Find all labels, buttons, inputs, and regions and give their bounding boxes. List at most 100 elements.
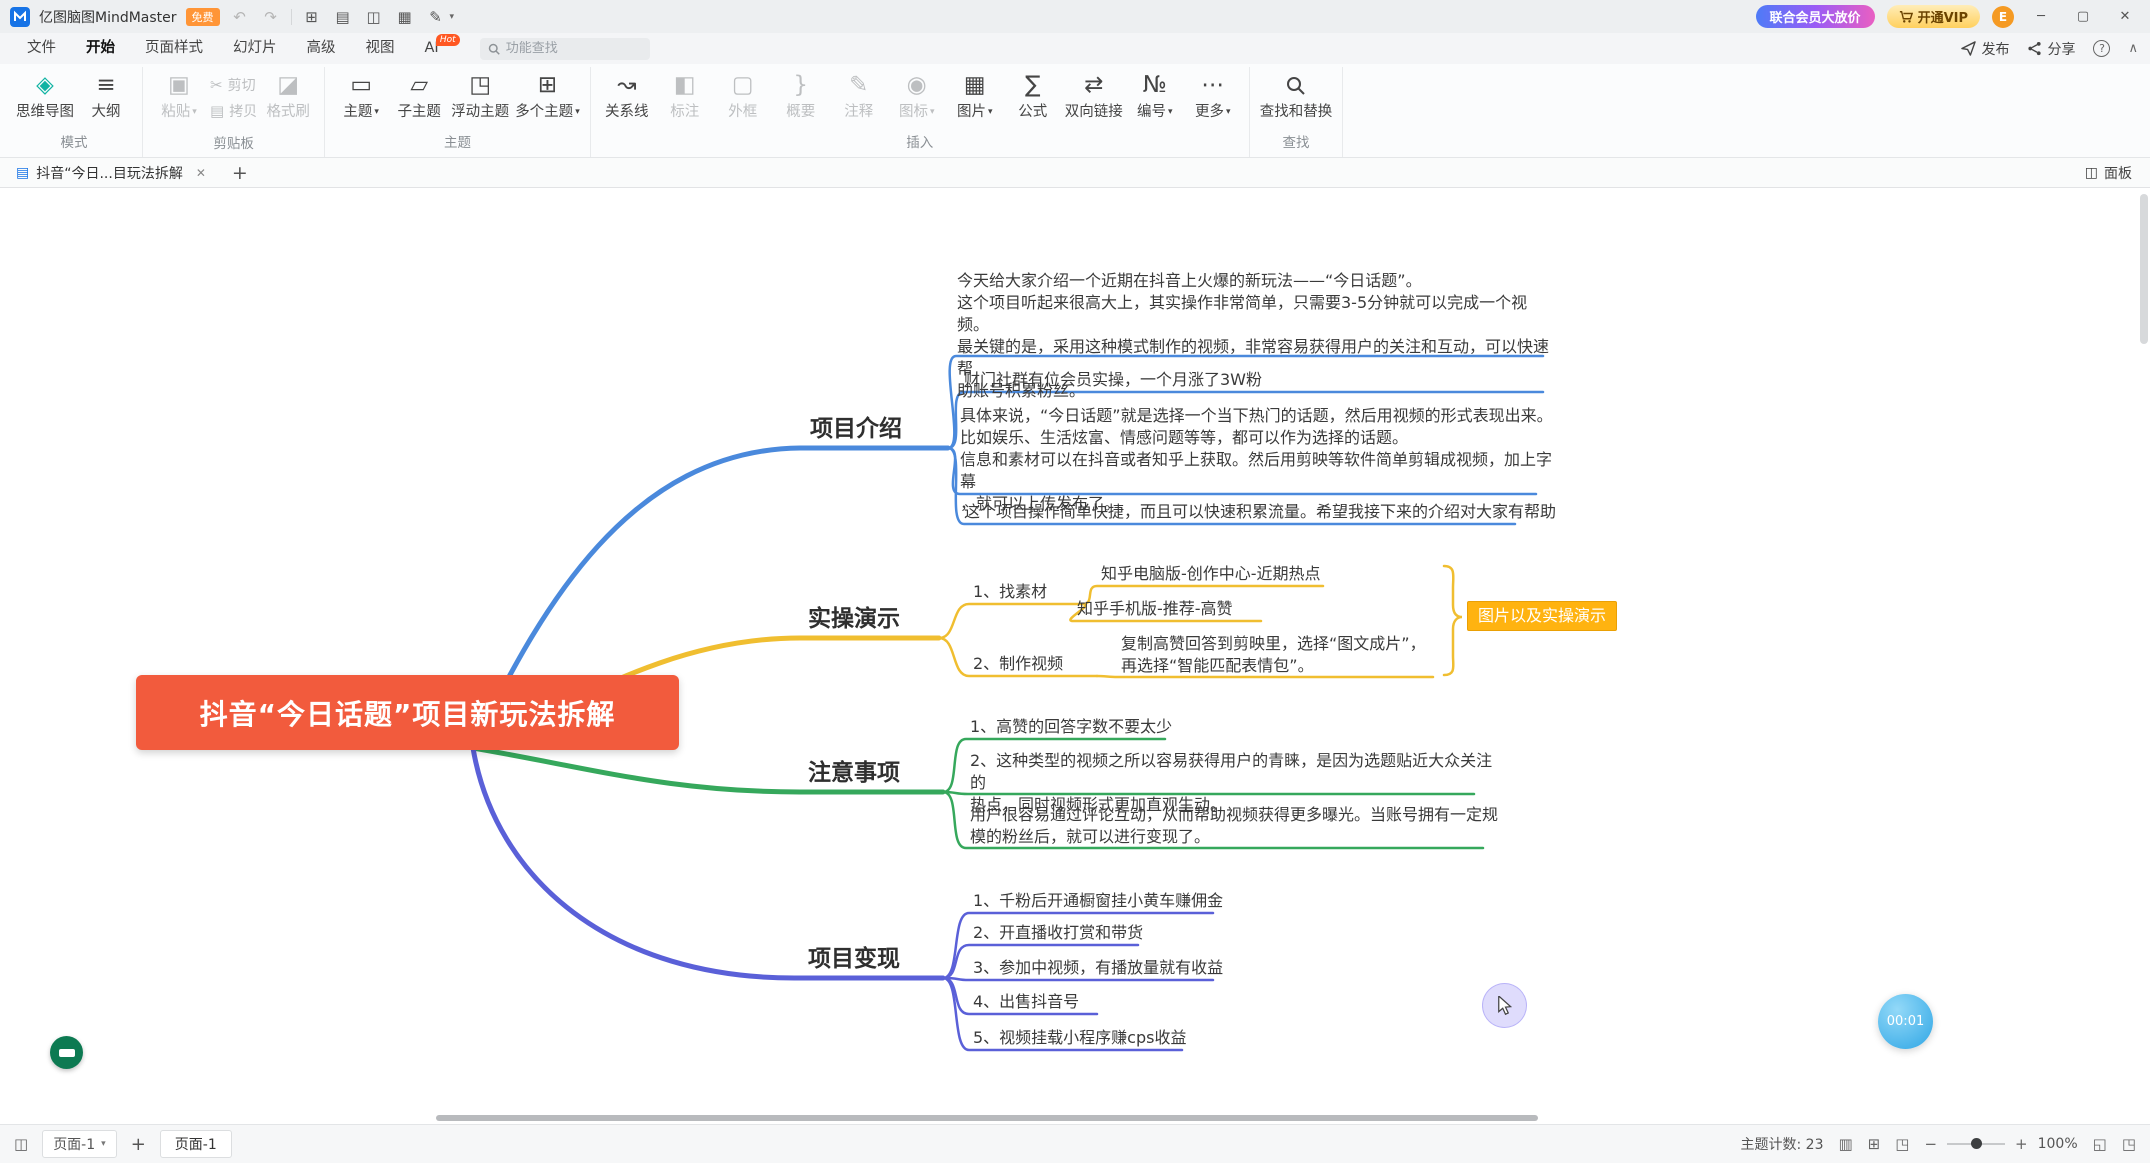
node-step1[interactable]: 1、找素材 bbox=[973, 581, 1047, 603]
presentation-icon[interactable]: ◳ bbox=[2122, 1135, 2136, 1153]
minimize-icon[interactable]: ─ bbox=[2026, 9, 2056, 24]
publish-button[interactable]: 发布 bbox=[1961, 39, 2009, 59]
node-step1-zhihu-mobile[interactable]: 知乎手机版-推荐-高赞 bbox=[1077, 598, 1233, 620]
share-icon bbox=[2027, 41, 2042, 56]
node-step2-detail[interactable]: 复制高赞回答到剪映里，选择“图文成片”， 再选择“智能匹配表情包”。 bbox=[1121, 633, 1461, 677]
picture-button[interactable]: ▦图片▾ bbox=[946, 67, 1004, 122]
search-input[interactable] bbox=[506, 41, 626, 56]
relationship-button[interactable]: ↝关系线 bbox=[598, 67, 656, 122]
topic-button[interactable]: ▭主题▾ bbox=[332, 67, 390, 122]
node-monetize-3[interactable]: 3、参加中视频，有播放量就有收益 bbox=[973, 957, 1223, 979]
page-selector[interactable]: 页面-1 ▾ bbox=[42, 1130, 117, 1158]
close-icon[interactable]: ✕ bbox=[2110, 9, 2140, 24]
chevron-down-icon[interactable]: ▾ bbox=[450, 12, 455, 22]
branch-topic-demo[interactable]: 实操演示 bbox=[808, 604, 900, 634]
zoom-slider-knob[interactable] bbox=[1971, 1138, 1982, 1149]
horizontal-scrollbar[interactable] bbox=[436, 1115, 1538, 1121]
mouse-cursor-icon bbox=[1497, 996, 1513, 1016]
board-view-icon[interactable]: ◳ bbox=[1895, 1135, 1909, 1153]
menu-slides[interactable]: 幻灯片 bbox=[218, 33, 292, 64]
numbering-button[interactable]: №编号▾ bbox=[1126, 67, 1184, 122]
open-file-icon[interactable]: ▤ bbox=[332, 8, 354, 26]
feature-search-box[interactable] bbox=[480, 38, 650, 60]
node-detail-text[interactable]: 具体来说，“今日话题”就是选择一个当下热门的话题，然后用视频的形式表现出来。 比… bbox=[960, 405, 1560, 515]
document-tab[interactable]: ▤ 抖音“今日...目玩法拆解 ✕ bbox=[10, 163, 212, 183]
vertical-scrollbar[interactable] bbox=[2140, 194, 2148, 344]
menu-ai[interactable]: AIHot bbox=[410, 33, 454, 64]
copy-button[interactable]: ▤拷贝 bbox=[210, 101, 257, 121]
zoom-in-button[interactable]: + bbox=[2015, 1135, 2028, 1153]
menu-file[interactable]: 文件 bbox=[12, 33, 71, 64]
outline-mode-button[interactable]: ≡大纲 bbox=[77, 67, 135, 122]
share-button[interactable]: 分享 bbox=[2027, 39, 2075, 59]
boundary-button[interactable]: ▢外框 bbox=[714, 67, 772, 122]
node-monetize-1[interactable]: 1、千粉后开通橱窗挂小黄车赚佣金 bbox=[973, 890, 1223, 912]
icon-marker-button[interactable]: ◉图标▾ bbox=[888, 67, 946, 122]
titlebar-right: 联合会员大放价 开通VIP E ─ ▢ ✕ bbox=[1756, 5, 2140, 28]
branch-topic-monetize[interactable]: 项目变现 bbox=[808, 944, 900, 974]
node-note1[interactable]: 1、高赞的回答字数不要太少 bbox=[970, 716, 1172, 738]
close-tab-icon[interactable]: ✕ bbox=[196, 166, 206, 180]
save-icon[interactable]: ◫ bbox=[363, 8, 385, 26]
new-tab-button[interactable]: + bbox=[232, 162, 248, 184]
node-case-text[interactable]: 财门社群有位会员实操，一个月涨了3W粉 bbox=[964, 369, 1262, 391]
node-step2[interactable]: 2、制作视频 bbox=[973, 653, 1063, 675]
avatar[interactable]: E bbox=[1992, 6, 2014, 28]
page-grid-view-icon[interactable]: ◫ bbox=[14, 1135, 28, 1153]
node-note3[interactable]: 用户很容易通过评论互动，从而帮助视频获得更多曝光。当账号拥有一定规 模的粉丝后，… bbox=[970, 804, 1500, 848]
mindmap-mode-button[interactable]: ◈思维导图 bbox=[13, 67, 77, 122]
fit-page-icon[interactable]: ⊞ bbox=[1868, 1135, 1881, 1153]
more-button[interactable]: ⋯更多▾ bbox=[1184, 67, 1242, 122]
branch-topic-project-intro[interactable]: 项目介绍 bbox=[810, 414, 902, 444]
pen-tool-icon[interactable]: ✎ bbox=[425, 8, 447, 26]
subtopic-button[interactable]: ▱子主题 bbox=[390, 67, 448, 122]
chevron-down-icon: ▾ bbox=[1226, 105, 1231, 120]
node-monetize-5[interactable]: 5、视频挂载小程序赚cps收益 bbox=[973, 1027, 1186, 1049]
new-document-icon[interactable]: ⊞ bbox=[301, 8, 323, 26]
node-monetize-4[interactable]: 4、出售抖音号 bbox=[973, 991, 1079, 1013]
cut-button[interactable]: ✂剪切 bbox=[210, 75, 257, 95]
format-painter-button[interactable]: ◪格式刷 bbox=[259, 67, 317, 122]
hot-badge: Hot bbox=[436, 34, 460, 46]
maximize-icon[interactable]: ▢ bbox=[2068, 9, 2098, 24]
callout-button[interactable]: ◧标注 bbox=[656, 67, 714, 122]
summary-button[interactable]: }概要 bbox=[772, 67, 830, 122]
comment-button[interactable]: ✎注释 bbox=[830, 67, 888, 122]
boundary-icon: ▢ bbox=[732, 73, 754, 98]
menu-home[interactable]: 开始 bbox=[71, 33, 130, 64]
ribbon: ◈思维导图 ≡大纲 模式 ▣粘贴▾ ✂剪切 ▤拷贝 ◪格式刷 剪贴板 ▭主题▾ … bbox=[0, 64, 2150, 158]
undo-icon[interactable]: ↶ bbox=[229, 8, 251, 26]
collapse-ribbon-icon[interactable]: ∧ bbox=[2128, 41, 2138, 56]
panel-toggle[interactable]: ◫ 面板 bbox=[2085, 163, 2140, 183]
pages-panel-icon[interactable]: ▥ bbox=[1838, 1135, 1852, 1153]
find-replace-button[interactable]: 查找和替换 bbox=[1257, 67, 1336, 122]
print-icon[interactable]: ▦ bbox=[394, 8, 416, 26]
node-monetize-2[interactable]: 2、开直播收打赏和带货 bbox=[973, 922, 1143, 944]
outline-icon: ≡ bbox=[96, 73, 115, 98]
mindmap-canvas[interactable]: 抖音“今日话题”项目新玩法拆解 项目介绍 今天给大家介绍一个近期在抖音上火爆的新… bbox=[0, 188, 2150, 1124]
floating-topic-button[interactable]: ◳浮动主题 bbox=[448, 67, 512, 122]
formula-button[interactable]: ∑公式 bbox=[1004, 67, 1062, 122]
add-page-button[interactable]: + bbox=[131, 1134, 146, 1155]
open-vip-button[interactable]: 开通VIP bbox=[1887, 5, 1980, 28]
menu-advanced[interactable]: 高级 bbox=[292, 33, 351, 64]
help-icon[interactable]: ? bbox=[2093, 40, 2110, 57]
node-step1-zhihu-pc[interactable]: 知乎电脑版-创作中心-近期热点 bbox=[1101, 563, 1321, 585]
branch-topic-notes[interactable]: 注意事项 bbox=[808, 758, 900, 788]
central-topic[interactable]: 抖音“今日话题”项目新玩法拆解 bbox=[136, 675, 679, 750]
multi-topic-button[interactable]: ⊞多个主题▾ bbox=[512, 67, 583, 122]
summary-topic-demo-images[interactable]: 图片以及实操演示 bbox=[1467, 601, 1617, 631]
redo-icon[interactable]: ↷ bbox=[260, 8, 282, 26]
member-promo-banner[interactable]: 联合会员大放价 bbox=[1756, 5, 1875, 28]
node-outro-text[interactable]: 这个项目操作简单快捷，而且可以快速积累流量。希望我接下来的介绍对大家有帮助 bbox=[964, 501, 1556, 523]
menu-page-style[interactable]: 页面样式 bbox=[130, 33, 218, 64]
zoom-out-button[interactable]: − bbox=[1924, 1135, 1937, 1153]
link-button[interactable]: ⇄双向链接 bbox=[1062, 67, 1126, 122]
page-tab[interactable]: 页面-1 bbox=[160, 1130, 232, 1158]
paste-button[interactable]: ▣粘贴▾ bbox=[150, 67, 208, 122]
zoom-slider[interactable] bbox=[1947, 1143, 2005, 1145]
menu-view[interactable]: 视图 bbox=[351, 33, 410, 64]
fullscreen-icon[interactable]: ◱ bbox=[2093, 1135, 2107, 1153]
support-floating-button[interactable] bbox=[50, 1036, 83, 1069]
recording-timer-bubble[interactable]: 00:01 bbox=[1878, 994, 1933, 1049]
